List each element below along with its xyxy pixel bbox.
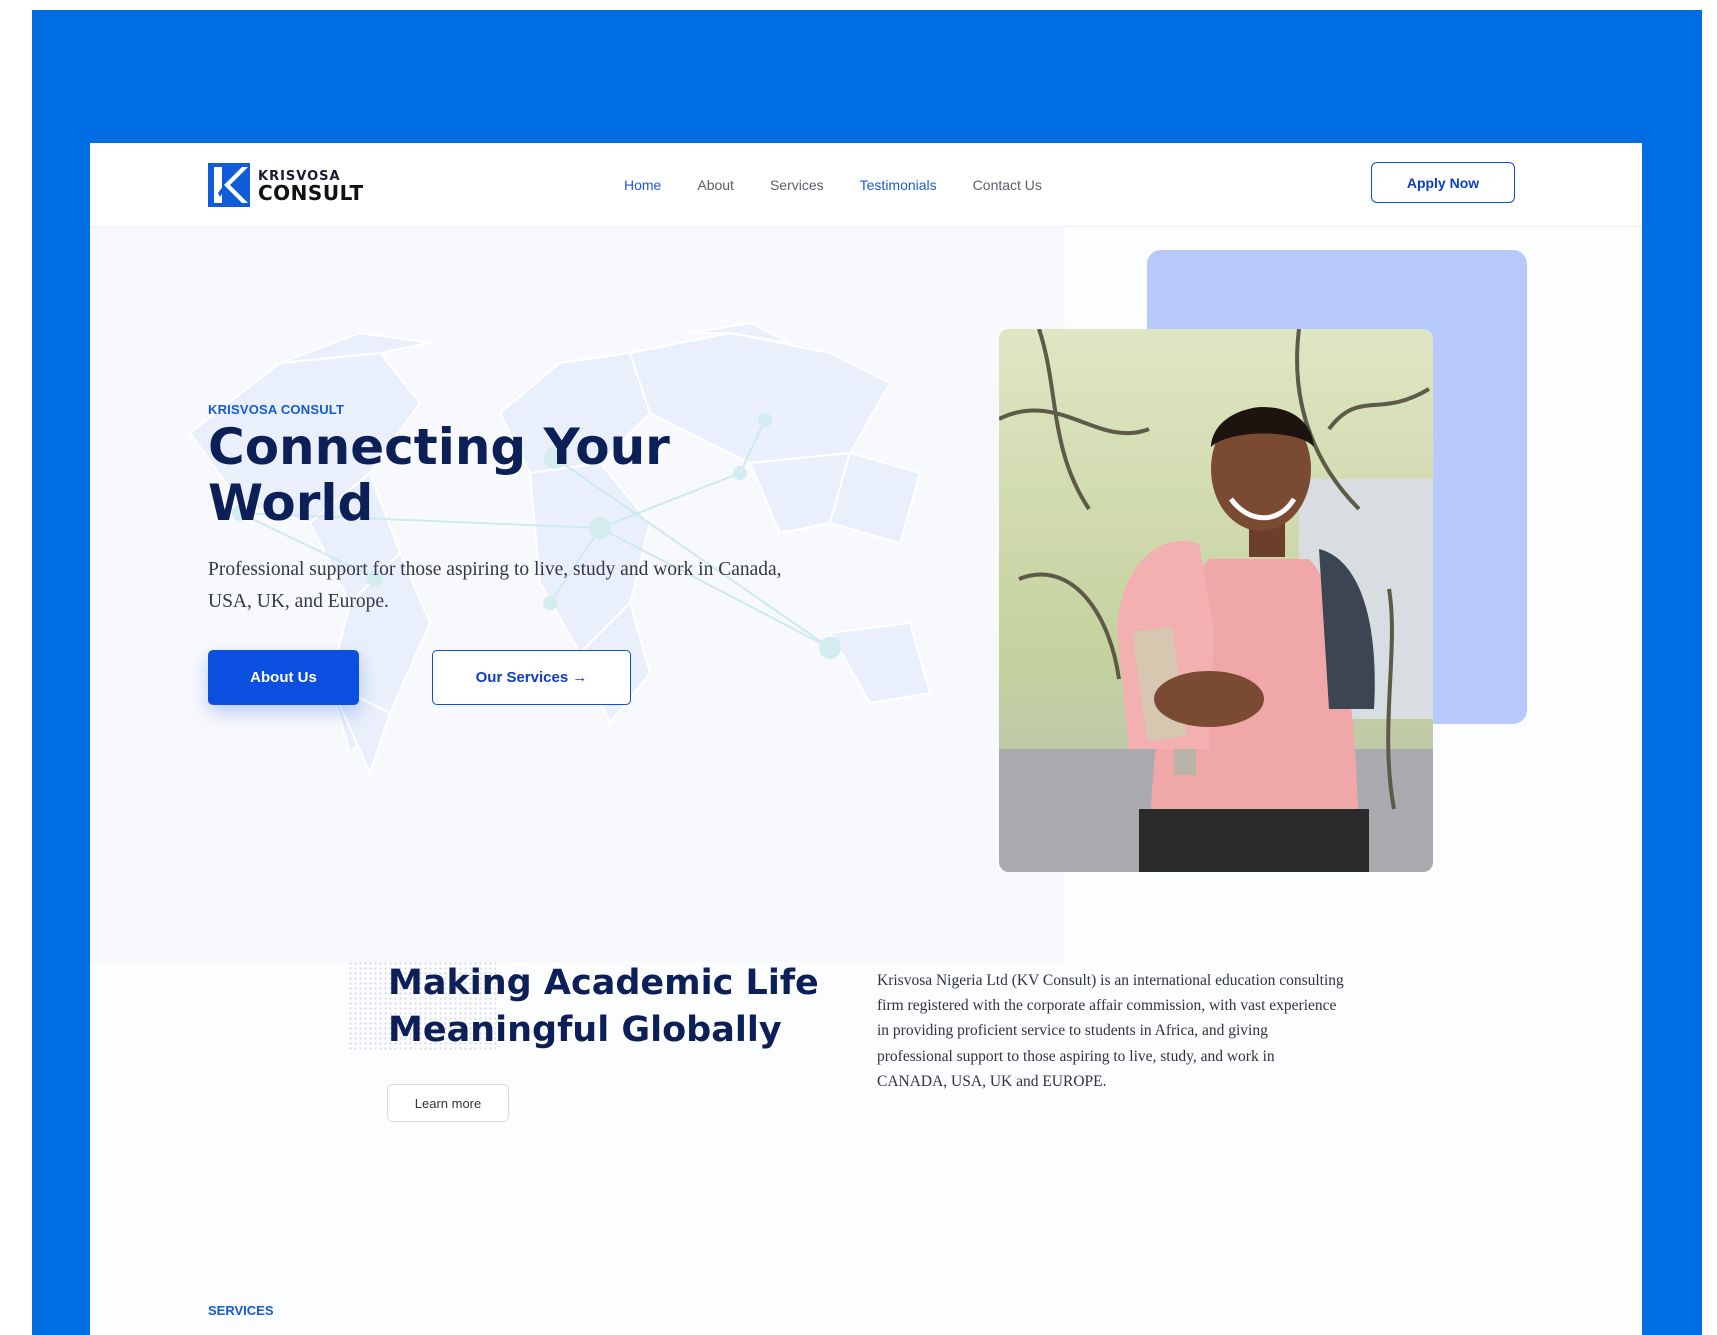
hero-title: Connecting Your World	[208, 418, 670, 532]
nav-about[interactable]: About	[697, 177, 734, 193]
services-eyebrow: SERVICES	[208, 1303, 274, 1318]
hero-eyebrow: KRISVOSA CONSULT	[208, 402, 345, 417]
brand-logo[interactable]: KRISVOSA CONSULT	[208, 162, 364, 207]
about-us-button[interactable]: About Us	[208, 650, 359, 705]
landing-page: KRISVOSA CONSULT Home About Services Tes…	[90, 143, 1642, 1335]
nav-testimonials[interactable]: Testimonials	[860, 177, 937, 193]
main-nav: Home About Services Testimonials Contact…	[624, 143, 1042, 226]
nav-home[interactable]: Home	[624, 177, 661, 193]
top-navbar: KRISVOSA CONSULT Home About Services Tes…	[90, 143, 1642, 227]
hero-subtitle: Professional support for those aspiring …	[208, 559, 782, 612]
logo-wordmark: KRISVOSA CONSULT	[258, 168, 364, 205]
our-services-button[interactable]: Our Services →	[432, 650, 631, 705]
nav-services[interactable]: Services	[770, 177, 824, 193]
nav-contact-us[interactable]: Contact Us	[973, 177, 1042, 193]
about-paragraph: Krisvosa Nigeria Ltd (KV Consult) is an …	[877, 972, 1344, 1090]
logo-mark-icon	[208, 162, 250, 207]
learn-more-button[interactable]: Learn more	[387, 1084, 509, 1122]
student-photo	[999, 329, 1433, 872]
about-title: Making Academic Life Meaningful Globally	[388, 963, 819, 1050]
world-map-illustration	[188, 323, 932, 776]
logo-line2: CONSULT	[258, 180, 364, 205]
apply-now-button[interactable]: Apply Now	[1371, 162, 1515, 203]
